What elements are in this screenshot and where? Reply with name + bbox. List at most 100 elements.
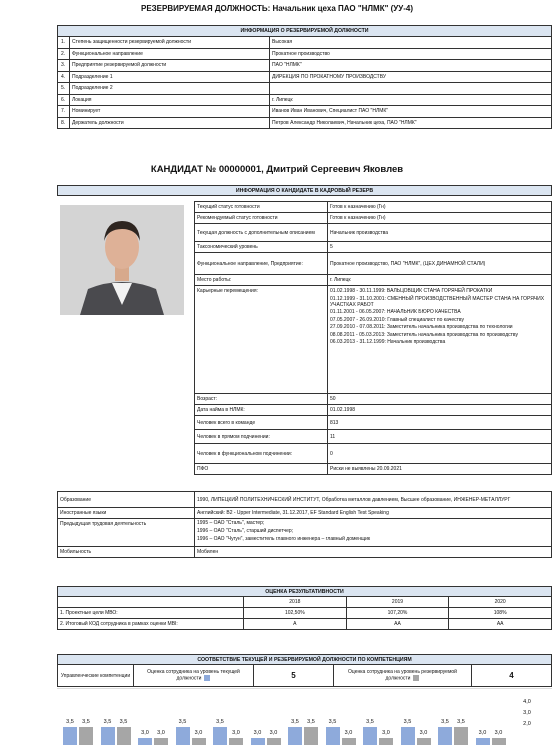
position-row: 5. Подразделение 2 (57, 82, 552, 95)
competency-header: СООТВЕТСТВИЕ ТЕКУЩЕЙ И РЕЗЕРВИРУЕМОЙ ДОЛ… (57, 654, 552, 665)
row-number: 7. (57, 105, 70, 118)
row-number: 8. (57, 116, 70, 129)
prev-work-item: 1996 – ОАО "Сталь", старший диспетчер; (197, 528, 294, 534)
position-row: 3. Предприятие резервируемой должности ПАО… (57, 59, 552, 72)
candidate-value: 11 (327, 429, 552, 444)
reserve-position-bar (379, 738, 393, 745)
prev-work-label: Предыдущая трудовая деятельность (57, 518, 195, 547)
candidate-row: ПФО Риски не выявлены 20.09.2021 (194, 463, 552, 475)
row-number: 5. (57, 82, 70, 95)
performance-table: ОЦЕНКА РЕЗУЛЬТАТИВНОСТИ 2018 2019 2020 1… (57, 586, 552, 630)
wide-label: Образование (57, 491, 195, 508)
bar-value-label: 3,5 (366, 719, 374, 725)
bar-value-label: 3,5 (119, 719, 128, 725)
candidate-info-header: ИНФОРМАЦИЯ О КАНДИДАТЕ В КАДРОВЫЙ РЕЗЕРВ (57, 185, 552, 196)
candidate-label: Человек всего в команде (194, 415, 328, 430)
bar-value-label: 3,5 (178, 719, 187, 725)
reserve-position-bar (491, 738, 506, 745)
candidate-value: Риски не выявлены 20.09.2021 (327, 463, 552, 475)
y-tick-label: 2,0 (523, 721, 531, 727)
candidate-row: Рекомендуемый статус готовности Готов к н… (194, 212, 552, 224)
candidate-label: Человек в прямом подчинении: (194, 429, 328, 444)
career-item: 27.09.2010 - 07.08.2011: Заместитель нач… (330, 324, 513, 330)
candidate-row: Место работы: г. Липецк (194, 274, 552, 286)
bar-value-label: 3,5 (328, 719, 337, 725)
candidate-value: Начальник производства (327, 223, 552, 242)
row-value: Иванов Иван Иванович, Специалист ПАО "НЛ… (269, 105, 552, 118)
bar-value-label: 3,5 (66, 719, 74, 725)
candidate-label: Текущий статус готовности (194, 201, 328, 213)
performance-value: AA (345, 618, 450, 630)
y-tick-label: 4,0 (523, 699, 531, 705)
bar-value-label: 3,0 (382, 730, 390, 736)
prev-work-row: Предыдущая трудовая деятельность 1995 – О… (57, 518, 552, 547)
mobility-row: Мобильность Мобилен (57, 546, 552, 558)
career-item: 08.08.2011 - 05.03.2013: Заместитель нач… (330, 331, 518, 338)
bar-value-label: 3,5 (457, 719, 465, 725)
bar-value-label: 3,0 (194, 730, 203, 736)
candidate-row: Текущая должность с дополнительным описа… (194, 223, 552, 242)
year-2019: 2019 (345, 596, 450, 608)
performance-label: 1. Проектные цели МВО: (57, 607, 244, 619)
y-tick-label: 3,0 (523, 710, 531, 716)
wide-row: Образование 1990, ЛИПЕЦКИЙ ПОЛИТЕХНИЧЕСКИ… (57, 491, 552, 508)
bar-value-label: 3,0 (232, 730, 240, 736)
row-label: Локация (69, 93, 270, 106)
wide-value: Английский: B2 - Upper Intermediate, 31.… (194, 507, 552, 519)
row-number: 1. (57, 36, 70, 49)
candidate-value: г. Липецк (327, 274, 552, 286)
candidate-title: КАНДИДАТ № 00000001, Дмитрий Сергеевич Я… (150, 164, 404, 175)
row-value: ДИРЕКЦИЯ ПО ПРОКАТНОМУ ПРОИЗВОДСТВУ (269, 70, 552, 83)
bar-value-label: 3,0 (494, 730, 503, 736)
candidate-value: 01.02.1998 (327, 404, 552, 416)
row-label: Номинирует (69, 105, 270, 118)
row-value (269, 82, 552, 95)
row-number: 3. (57, 59, 70, 72)
candidate-label: ПФО (194, 463, 328, 475)
candidate-label: Рекомендуемый статус готовности (194, 212, 328, 224)
competency-col3: Оценка сотрудника на уровень резервируем… (333, 664, 472, 687)
career-label: Карьерные перемещения: (194, 285, 328, 394)
candidate-row: Человек в функциональном подчинении: 0 (194, 443, 552, 464)
competency-col2-value: 5 (253, 664, 334, 687)
bar-value-label: 3,5 (216, 719, 224, 725)
current-position-bar (438, 727, 452, 745)
gray-legend-icon (413, 675, 420, 682)
position-row: 4. Подразделение 1 ДИРЕКЦИЯ ПО ПРОКАТНОМУ … (57, 70, 552, 83)
row-label: Степень защищенности резервируемой должн… (69, 36, 270, 49)
reserve-position-bar (116, 727, 131, 745)
mobility-value: Мобилен (194, 546, 552, 558)
candidate-row: Дата найма в НЛМК: 01.02.1998 (194, 404, 552, 416)
candidate-value: Готов к назначению (Гн) (327, 212, 552, 224)
candidate-detail-table: Текущий статус готовности Готов к назначе… (194, 201, 552, 475)
row-label: Подразделение 2 (69, 82, 270, 95)
candidate-value: 0 (327, 443, 552, 464)
career-item: 01.12.1999 - 31.10.2001: СМЕННЫЙ ПРОИЗВО… (330, 295, 545, 308)
row-number: 4. (57, 70, 70, 83)
reserve-position-bar (341, 738, 356, 745)
bar-value-label: 3,5 (103, 719, 112, 725)
candidate-row: Человек всего в команде 813 (194, 415, 552, 430)
position-row: 1. Степень защищенности резервируемой дол… (57, 36, 552, 49)
bar-value-label: 3,0 (269, 730, 278, 736)
career-item: 01.02.1998 - 30.11.1999: ВАЛЬЦОВЩИК СТАН… (330, 288, 493, 294)
bar-value-label: 3,0 (141, 730, 149, 736)
year-2018: 2018 (243, 596, 347, 608)
candidate-row: Человек в прямом подчинении: 11 (194, 429, 552, 444)
row-number: 2. (57, 47, 70, 60)
candidate-wide-table: Образование 1990, ЛИПЕЦКИЙ ПОЛИТЕХНИЧЕСКИ… (57, 491, 552, 558)
position-row: 7. Номинирует Иванов Иван Иванович, Специа… (57, 105, 552, 118)
page-title: РЕЗЕРВИРУЕМАЯ ДОЛЖНОСТЬ: Начальник цеха … (141, 4, 413, 13)
reserve-position-bar (191, 738, 206, 745)
candidate-label: Таксономический уровень (194, 241, 328, 253)
performance-header: ОЦЕНКА РЕЗУЛЬТАТИВНОСТИ (57, 586, 552, 597)
candidate-value: Прокатное производство, ПАО "НЛМК", (ЦЕХ… (327, 252, 552, 275)
position-row: 2. Функциональное направление Прокатное пр… (57, 47, 552, 60)
bar-value-label: 3,0 (478, 730, 487, 736)
row-value: Петров Александр Николаевич, Начальник ц… (269, 116, 552, 129)
reserve-position-bar (304, 727, 318, 745)
bar-value-label: 3,0 (253, 730, 262, 736)
competency-col1: Управленческие компетенции (57, 664, 134, 687)
career-list: 01.02.1998 - 30.11.1999: ВАЛЬЦОВЩИК СТАН… (327, 285, 552, 394)
row-label: Подразделение 1 (69, 70, 270, 83)
